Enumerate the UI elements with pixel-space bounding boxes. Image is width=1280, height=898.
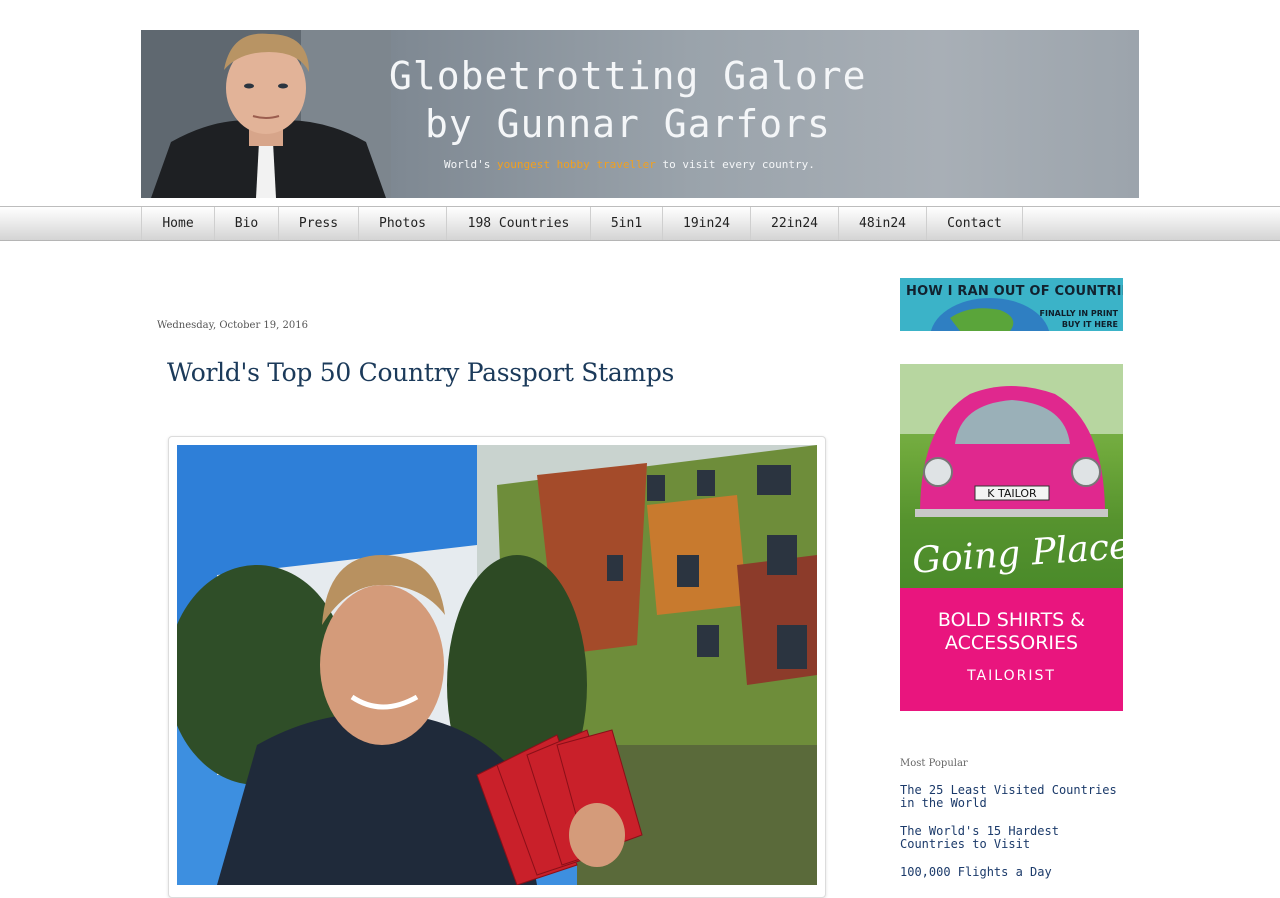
nav-19in24[interactable]: 19in24 [663,207,751,240]
nav-home[interactable]: Home [142,207,215,240]
popular-link-3[interactable]: 100,000 Flights a Day [900,866,1130,879]
nav-press[interactable]: Press [279,207,359,240]
ad-bold-line1: BOLD SHIRTS & [937,609,1086,631]
nav-bio[interactable]: Bio [215,207,279,240]
header-banner[interactable]: Globetrotting Galore by Gunnar Garfors W… [141,30,1139,198]
tagline-highlight: youngest hobby traveller [496,158,656,171]
passport-selfie-photo [177,445,817,885]
nav-48in24[interactable]: 48in24 [839,207,927,240]
ad-bold-text: BOLD SHIRTS & ACCESSORIES [900,609,1123,655]
site-title-line1: Globetrotting Galore [389,54,867,98]
nav-bar: Home Bio Press Photos 198 Countries 5in1… [0,206,1280,241]
ad-bold-line2: ACCESSORIES [944,632,1079,654]
book-ad-line-buy: BUY IT HERE [1061,320,1118,329]
tailorist-ad[interactable]: K TAILOR Going Places? BOLD SHIRTS & ACCE… [900,364,1123,711]
nav-5in1[interactable]: 5in1 [591,207,663,240]
nav-198-countries[interactable]: 198 Countries [447,207,591,240]
book-ad-line-print: FINALLY IN PRINT [1039,309,1118,318]
nav-contact[interactable]: Contact [927,207,1023,240]
book-ad-banner[interactable]: HOW I RAN OUT OF COUNTRIES FINALLY IN PR… [900,278,1123,331]
book-ad-headline: HOW I RAN OUT OF COUNTRIES [906,284,1123,299]
post-image[interactable] [177,445,817,885]
site-tagline: World's youngest hobby traveller to visi… [444,158,815,171]
nav-photos[interactable]: Photos [359,207,447,240]
nav-menu: Home Bio Press Photos 198 Countries 5in1… [141,207,1023,240]
tagline-suffix: to visit every country. [655,158,815,171]
nav-22in24[interactable]: 22in24 [751,207,839,240]
book-ad-subtext: FINALLY IN PRINT BUY IT HERE [1040,308,1118,330]
tagline-prefix: World's [444,158,497,171]
author-portrait [141,30,391,198]
popular-link-1[interactable]: The 25 Least Visited Countries in the Wo… [900,784,1130,810]
ad-brand-name: TAILORIST [967,668,1056,684]
popular-link-2[interactable]: The World's 15 Hardest Countries to Visi… [900,825,1130,851]
car-plate-text: K TAILOR [987,487,1037,500]
post-date: Wednesday, October 19, 2016 [157,320,308,331]
site-title-line2: by Gunnar Garfors [425,102,831,146]
most-popular-heading: Most Popular [900,758,968,769]
post-title[interactable]: World's Top 50 Country Passport Stamps [167,358,674,387]
